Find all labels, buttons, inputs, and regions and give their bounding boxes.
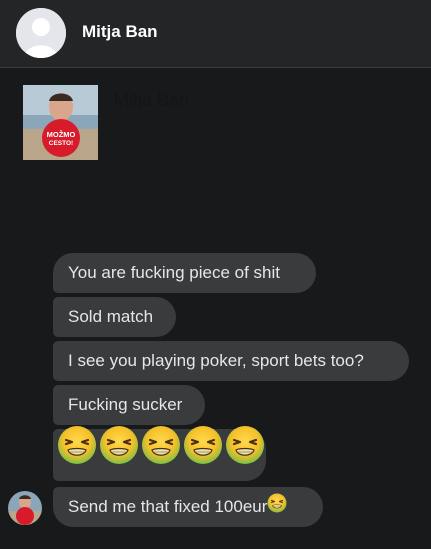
nauseated-face-icon — [267, 488, 287, 528]
message-bubble[interactable]: You are fucking piece of shit — [53, 253, 316, 293]
contact-name[interactable]: Mitja Ban — [82, 22, 158, 42]
shirt-text-line2: CESTO! — [49, 140, 73, 147]
nauseated-face-icon — [225, 425, 265, 486]
message-bubble[interactable]: Send me that fixed 100eur — [53, 487, 323, 527]
message-text: Sold match — [68, 307, 154, 326]
nauseated-face-icon — [183, 425, 223, 486]
emoji-message-bubble[interactable] — [53, 425, 266, 481]
message-bubble[interactable]: Sold match — [53, 297, 176, 337]
message-bubble[interactable]: Fucking sucker — [53, 385, 205, 425]
nauseated-face-icon — [141, 425, 181, 486]
profile-name: Mitja Ban — [114, 90, 190, 110]
message-text: Send me that fixed 100eur — [68, 497, 268, 516]
message-text: I see you playing poker, sport bets too? — [68, 351, 364, 370]
profile-photo[interactable]: MOŽMO CESTO! — [23, 85, 98, 160]
nauseated-face-icon — [99, 425, 139, 486]
message-bubble[interactable]: I see you playing poker, sport bets too? — [53, 341, 409, 381]
chat-header: Mitja Ban — [0, 0, 431, 68]
nauseated-face-icon — [57, 425, 97, 486]
message-text: You are fucking piece of shit — [68, 263, 281, 282]
message-text: Fucking sucker — [68, 395, 183, 414]
default-avatar-icon[interactable] — [16, 8, 66, 58]
sender-avatar[interactable] — [8, 491, 42, 525]
shirt-text-line1: MOŽMO — [47, 130, 76, 139]
